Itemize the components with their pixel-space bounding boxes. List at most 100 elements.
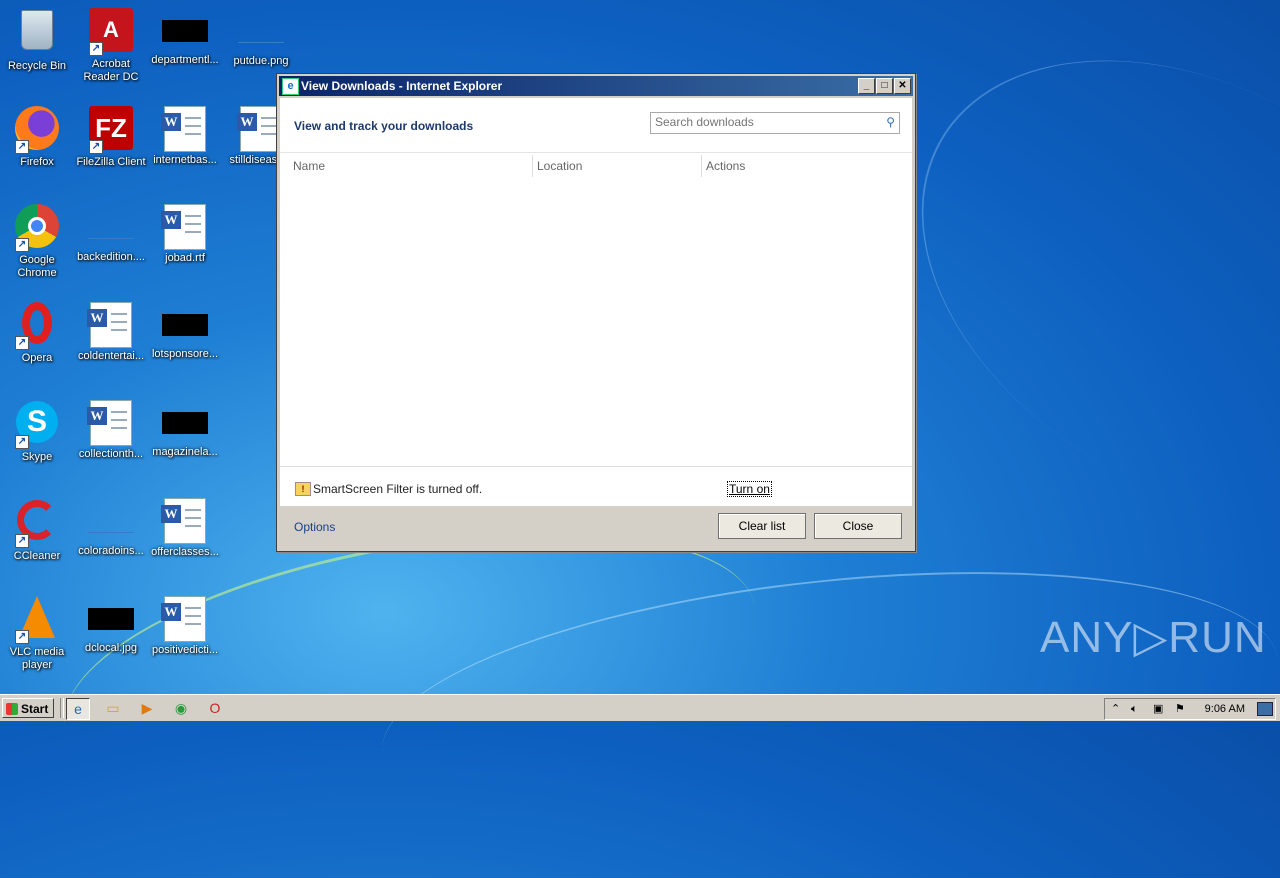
taskbar-explorer-icon[interactable]: ▭ [102,698,124,718]
desktop-icon-file[interactable]: W coldentertai... [74,300,148,363]
desktop-icon-label: CCleaner [13,550,61,562]
desktop-icon-label: internetbas... [153,154,217,166]
redacted-thumbnail [162,412,208,434]
start-button[interactable]: Start [2,698,54,718]
search-box[interactable]: ⚲ [650,112,900,134]
desktop-icon-label: positivedicti... [151,644,219,656]
taskbar-ie-icon[interactable]: e [66,698,90,720]
desktop-icon-file[interactable]: lotsponsore... [148,300,222,361]
smartscreen-message: SmartScreen Filter is turned off. [313,482,483,496]
desktop-icon-label: offerclasses... [151,546,219,558]
search-input[interactable] [651,113,879,131]
desktop-icon-label: lotsponsore... [151,348,219,360]
clock[interactable]: 9:06 AM [1205,699,1245,719]
skype-icon: S ↗ [13,401,61,449]
downloads-heading: View and track your downloads [294,119,474,133]
word-doc-icon: W [87,400,132,446]
column-actions[interactable]: Actions [706,159,745,173]
column-divider[interactable] [532,155,533,177]
taskbar-chrome-icon[interactable]: ◉ [170,698,192,718]
column-headers: Name Location Actions [280,153,912,179]
downloads-header: View and track your downloads ⚲ [280,98,912,153]
windows-logo-icon [6,703,18,715]
taskbar: Start e ▭ ▶ ◉ O ⌃ 🔈︎ ▣ ⚑ 9:06 AM [0,694,1280,721]
maximize-button[interactable]: □ [876,78,893,94]
desktop-icon-label: Google Chrome [17,254,57,279]
shortcut-arrow-icon: ↗ [15,336,29,350]
shortcut-arrow-icon: ↗ [15,435,29,449]
shortcut-arrow-icon: ↗ [89,140,103,154]
desktop-icon-vlc[interactable]: ↗ VLC media player [0,594,74,672]
close-window-button[interactable]: ✕ [894,78,911,94]
desktop-icon-label: putdue.png [233,55,289,67]
desktop-icon-file[interactable]: magazinela... [148,398,222,459]
flag-icon[interactable]: ⚑ [1175,699,1185,719]
clear-list-button[interactable]: Clear list [718,513,806,539]
speaker-icon[interactable]: 🔈︎ [1131,699,1138,719]
start-label: Start [21,702,49,716]
shortcut-arrow-icon: ↗ [15,140,29,154]
close-button[interactable]: Close [814,513,902,539]
desktop-icon-label: departmentl... [151,54,219,66]
desktop-icon-label: VLC media player [9,646,65,671]
warning-shield-icon: ! [295,482,311,496]
desktop-icon-file[interactable]: departmentl... [148,6,222,67]
shortcut-arrow-icon: ↗ [15,630,29,644]
chevron-up-icon[interactable]: ⌃ [1111,699,1120,719]
desktop-icon-firefox[interactable]: ↗ Firefox [0,104,74,169]
desktop-icon-recycle-bin[interactable]: Recycle Bin [0,6,74,73]
taskbar-media-player-icon[interactable]: ▶ [136,698,158,718]
anyrun-watermark: ANY▷RUN [1040,613,1267,662]
desktop-icon-label: Firefox [20,156,54,168]
column-name[interactable]: Name [293,159,325,173]
desktop-icon-file[interactable]: W jobad.rtf [148,202,222,265]
desktop-icon-file[interactable]: W offerclasses... [148,496,222,559]
desktop-icon-ccleaner[interactable]: ↗ CCleaner [0,496,74,563]
redacted-thumbnail [162,314,208,336]
desktop-icon-label: backedition.... [77,251,145,263]
desktop-icon-file[interactable]: W collectionth... [74,398,148,461]
desktop-icon-acrobat[interactable]: A ↗ Acrobat Reader DC [74,6,148,84]
firefox-icon: ↗ [13,106,61,154]
vlc-icon: ↗ [13,596,61,644]
recycle-bin-icon [13,10,61,58]
image-file-icon [88,510,134,533]
options-link[interactable]: Options [294,520,335,534]
ie-icon: e [282,78,299,95]
window-title: View Downloads - Internet Explorer [301,79,503,93]
desktop-icon-file[interactable]: W positivedicti... [148,594,222,657]
smartscreen-bar: ! SmartScreen Filter is turned off. Turn… [280,466,912,511]
word-doc-icon: W [161,106,206,152]
desktop-icon-file[interactable]: coloradoins... [74,496,148,558]
opera-icon: ↗ [13,302,61,350]
desktop-icon-filezilla[interactable]: FZ ↗ FileZilla Client [74,104,148,169]
desktop-icon-label: collectionth... [78,448,144,460]
taskbar-separator [60,698,64,718]
column-divider[interactable] [701,155,702,177]
desktop-icon-skype[interactable]: S ↗ Skype [0,398,74,464]
window-titlebar[interactable]: e View Downloads - Internet Explorer _ □… [279,76,913,96]
desktop-icon-file[interactable]: backedition.... [74,202,148,264]
minimize-button[interactable]: _ [858,78,875,94]
desktop-icon-file[interactable]: W internetbas... [148,104,222,167]
column-location[interactable]: Location [537,159,582,173]
desktop-icon-file[interactable]: putdue.png [224,6,298,68]
desktop-icon-label: magazinela... [152,446,218,458]
word-doc-icon: W [161,596,206,642]
network-icon[interactable]: ▣ [1153,699,1163,719]
search-icon[interactable]: ⚲ [886,115,895,129]
desktop-icon-label: Acrobat Reader DC [83,58,139,83]
acrobat-icon: A ↗ [87,8,135,56]
redacted-thumbnail [88,608,134,630]
desktop-icon-chrome[interactable]: ↗ Google Chrome [0,202,74,280]
desktop-icon-opera[interactable]: ↗ Opera [0,300,74,365]
system-tray: ⌃ 🔈︎ ▣ ⚑ 9:06 AM [1104,698,1276,720]
show-desktop-icon[interactable] [1257,702,1273,716]
turn-on-link[interactable]: Turn on [727,481,772,497]
desktop-icon-label: Skype [21,451,53,463]
taskbar-opera-icon[interactable]: O [204,698,226,718]
desktop-icon-file[interactable]: dclocal.jpg [74,594,148,655]
filezilla-icon: FZ ↗ [87,106,135,154]
view-downloads-window: e View Downloads - Internet Explorer _ □… [276,73,916,552]
word-doc-icon: W [161,204,206,250]
